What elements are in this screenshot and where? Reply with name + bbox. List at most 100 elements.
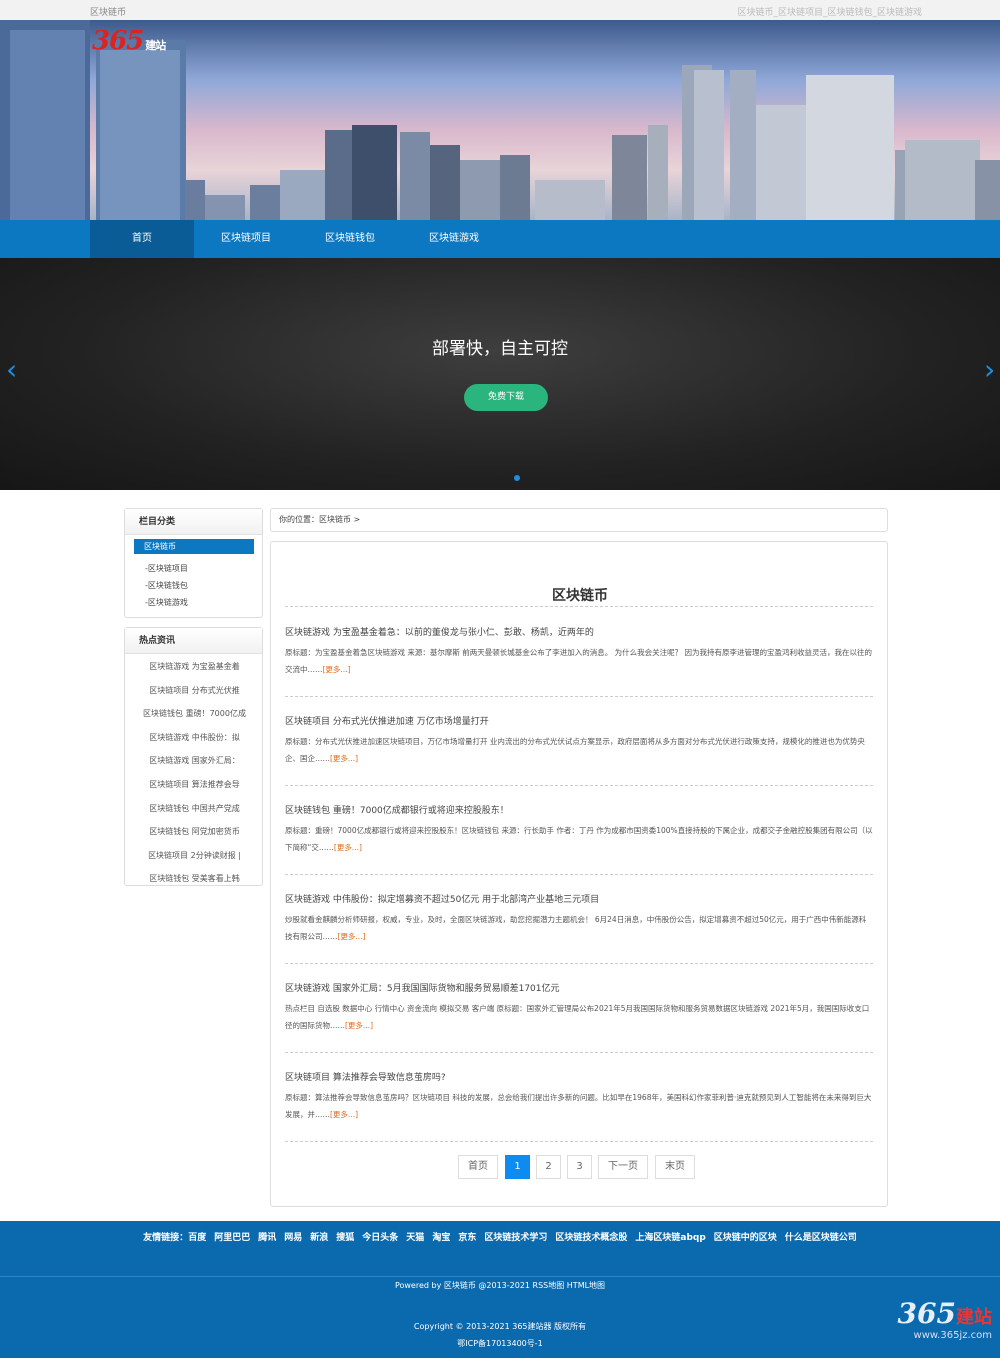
divider bbox=[285, 606, 873, 607]
hot-news-item[interactable]: 区块链钱包 中国共产党成 bbox=[125, 803, 264, 814]
friend-link[interactable]: 上海区块链abqp bbox=[635, 1233, 705, 1243]
article-title[interactable]: 区块链钱包 重磅！7000亿成都银行或将迎来控股股东！ bbox=[285, 803, 873, 816]
watermark-logo: 365建站 www.365jz.com bbox=[898, 1297, 992, 1341]
copyright: Copyright © 2013-2021 365建站器 版权所有 鄂ICP备1… bbox=[0, 1318, 1000, 1352]
article-desc: 原标题：算法推荐会导致信息茧房吗？区块链项目 科技的发展，总会给我们提出许多新的… bbox=[285, 1089, 873, 1123]
icp-number[interactable]: 鄂ICP备17013400号-1 bbox=[0, 1335, 1000, 1352]
hot-news-item[interactable]: 区块链游戏 为宝盈基金着 bbox=[125, 661, 264, 672]
friend-link[interactable]: 腾讯 bbox=[258, 1233, 276, 1243]
friend-link[interactable]: 今日头条 bbox=[362, 1233, 398, 1243]
hot-news-box: 热点资讯 区块链游戏 为宝盈基金着 区块链项目 分布式光伏推 区块链钱包 重磅！… bbox=[124, 627, 263, 886]
hot-news-item[interactable]: 区块链钱包 受美客看上韩 bbox=[125, 873, 264, 884]
divider bbox=[285, 963, 873, 964]
page-next-button[interactable]: 下一页 bbox=[598, 1155, 648, 1179]
site-keywords: 区块链币_区块链项目_区块链钱包_区块链游戏 bbox=[737, 8, 922, 18]
article-title[interactable]: 区块链游戏 为宝盈基金着急：以前的董俊龙与张小仁、彭敢、杨凯，近两年的 bbox=[285, 625, 873, 638]
friend-link[interactable]: 阿里巴巴 bbox=[214, 1233, 250, 1243]
watermark-text: 建站 bbox=[956, 1307, 992, 1328]
hero-slider: ‹ 部署快，自主可控 免费下载 › bbox=[0, 258, 1000, 490]
page-3-button[interactable]: 3 bbox=[567, 1155, 592, 1179]
article-list-box: 区块链币 区块链游戏 为宝盈基金着急：以前的董俊龙与张小仁、彭敢、杨凯，近两年的… bbox=[270, 541, 888, 1207]
article-desc: 热点栏目 自选股 数据中心 行情中心 资金流向 模拟交易 客户端 原标题：国家外… bbox=[285, 1000, 873, 1034]
friend-link[interactable]: 搜狐 bbox=[336, 1233, 354, 1243]
category-box: 栏目分类 区块链币 -区块链项目 -区块链钱包 -区块链游戏 bbox=[124, 508, 263, 618]
page-title: 区块链币 bbox=[552, 588, 608, 604]
page-2-button[interactable]: 2 bbox=[536, 1155, 561, 1179]
watermark-number: 365 bbox=[897, 1297, 956, 1330]
category-item[interactable]: -区块链游戏 bbox=[145, 597, 188, 608]
more-link[interactable]: [更多...] bbox=[338, 932, 366, 941]
download-button[interactable]: 免费下载 bbox=[464, 384, 548, 411]
hot-news-item[interactable]: 区块链项目 算法推荐会导 bbox=[125, 779, 264, 790]
divider bbox=[285, 1052, 873, 1053]
friend-link[interactable]: 天猫 bbox=[406, 1233, 424, 1243]
article-title[interactable]: 区块链游戏 国家外汇局：5月我国国际货物和服务贸易顺差1701亿元 bbox=[285, 981, 873, 994]
site-logo[interactable]: 365 建站 bbox=[92, 26, 166, 56]
article-title[interactable]: 区块链项目 分布式光伏推进加速 万亿市场增量打开 bbox=[285, 714, 873, 727]
friend-links: 友情链接：百度 阿里巴巴 腾讯 网易 新浪 搜狐 今日头条 天猫 淘宝 京东 区块链技术学习 区块链技… bbox=[0, 1230, 1000, 1243]
hot-news-item[interactable]: 区块链游戏 中伟股份：拟 bbox=[125, 732, 264, 743]
article-item: 区块链游戏 中伟股份：拟定增募资不超过50亿元 用于北部湾产业基地三元项目 炒股… bbox=[285, 892, 873, 945]
page-1-button[interactable]: 1 bbox=[505, 1155, 530, 1179]
logo-text: 建站 bbox=[145, 39, 166, 52]
hot-news-item[interactable]: 区块链游戏 国家外汇局： bbox=[125, 755, 264, 766]
hot-news-item[interactable]: 区块链项目 分布式光伏推 bbox=[125, 685, 264, 696]
powered-by: Powered by 区块链币 @2013-2021 RSS地图 HTML地图 bbox=[394, 1281, 606, 1290]
watermark-brand: 365建站 bbox=[898, 1297, 992, 1330]
logo-number: 365 bbox=[92, 26, 144, 56]
copyright-text: Copyright © 2013-2021 365建站器 版权所有 bbox=[413, 1322, 587, 1331]
page-first-button[interactable]: 首页 bbox=[458, 1155, 498, 1179]
slider-next-icon[interactable]: › bbox=[984, 356, 995, 384]
friend-link[interactable]: 淘宝 bbox=[432, 1233, 450, 1243]
footer: 友情链接：百度 阿里巴巴 腾讯 网易 新浪 搜狐 今日头条 天猫 淘宝 京东 区块链技术学习 区块链技… bbox=[0, 1221, 1000, 1358]
nav-item-wallet[interactable]: 区块链钱包 bbox=[298, 220, 402, 258]
nav-item-home[interactable]: 首页 bbox=[90, 220, 194, 258]
article-title[interactable]: 区块链项目 算法推荐会导致信息茧房吗? bbox=[285, 1070, 873, 1083]
friend-link[interactable]: 区块链中的区块 bbox=[714, 1233, 777, 1243]
hot-news-title: 热点资讯 bbox=[125, 628, 262, 654]
divider bbox=[285, 696, 873, 697]
slider-heading: 部署快，自主可控 bbox=[432, 339, 568, 359]
footer-divider bbox=[0, 1276, 1000, 1277]
article-desc: 炒股就看金麒麟分析师研报，权威，专业，及时，全面区块链游戏，助您挖掘潜力主题机会… bbox=[285, 911, 873, 945]
article-desc-text: 原标题：算法推荐会导致信息茧房吗？区块链项目 科技的发展，总会给我们提出许多新的… bbox=[285, 1093, 872, 1119]
divider bbox=[285, 785, 873, 786]
more-link[interactable]: [更多...] bbox=[345, 1021, 373, 1030]
category-item-active[interactable]: 区块链币 bbox=[134, 539, 254, 554]
top-bar: 区块链币 区块链币_区块链项目_区块链钱包_区块链游戏 bbox=[0, 0, 1000, 20]
article-item: 区块链项目 分布式光伏推进加速 万亿市场增量打开 原标题：分布式光伏推进加速区块… bbox=[285, 714, 873, 767]
slider-prev-icon[interactable]: ‹ bbox=[6, 356, 17, 384]
article-desc-text: 炒股就看金麒麟分析师研报，权威，专业，及时，全面区块链游戏，助您挖掘潜力主题机会… bbox=[285, 915, 867, 941]
category-item[interactable]: -区块链钱包 bbox=[145, 580, 188, 591]
friend-link[interactable]: 区块链技术概念股 bbox=[555, 1233, 627, 1243]
hot-news-item[interactable]: 区块链钱包 重磅！7000亿成 bbox=[125, 708, 264, 719]
header-banner: 365 建站 bbox=[0, 20, 1000, 220]
page-last-button[interactable]: 末页 bbox=[655, 1155, 695, 1179]
friend-link[interactable]: 百度 bbox=[188, 1233, 206, 1243]
main-nav: 首页 区块链项目 区块链钱包 区块链游戏 bbox=[0, 220, 1000, 258]
article-item: 区块链游戏 国家外汇局：5月我国国际货物和服务贸易顺差1701亿元 热点栏目 自… bbox=[285, 981, 873, 1034]
breadcrumb: 你的位置：区块链币 > bbox=[270, 508, 888, 532]
friend-link[interactable]: 区块链技术学习 bbox=[484, 1233, 547, 1243]
friend-link[interactable]: 什么是区块链公司 bbox=[785, 1233, 857, 1243]
more-link[interactable]: [更多...] bbox=[330, 1110, 358, 1119]
friend-link[interactable]: 网易 bbox=[284, 1233, 302, 1243]
nav-item-games[interactable]: 区块链游戏 bbox=[402, 220, 506, 258]
nav-item-projects[interactable]: 区块链项目 bbox=[194, 220, 298, 258]
article-item: 区块链项目 算法推荐会导致信息茧房吗? 原标题：算法推荐会导致信息茧房吗？区块链… bbox=[285, 1070, 873, 1123]
friend-link[interactable]: 新浪 bbox=[310, 1233, 328, 1243]
more-link[interactable]: [更多...] bbox=[330, 754, 358, 763]
category-item[interactable]: -区块链项目 bbox=[145, 563, 188, 574]
hot-news-item[interactable]: 区块链项目 2分钟读财报 | bbox=[125, 850, 264, 861]
divider bbox=[285, 1141, 873, 1142]
article-desc: 原标题：为宝盈基金着急区块链游戏 来源：基尔摩斯 前两天曼顿长城基金公布了李进加… bbox=[285, 644, 873, 678]
hot-news-item[interactable]: 区块链钱包 阿党加密货币 bbox=[125, 826, 264, 837]
article-item: 区块链钱包 重磅！7000亿成都银行或将迎来控股股东！ 原标题：重磅！7000亿… bbox=[285, 803, 873, 856]
article-title[interactable]: 区块链游戏 中伟股份：拟定增募资不超过50亿元 用于北部湾产业基地三元项目 bbox=[285, 892, 873, 905]
friend-link[interactable]: 京东 bbox=[458, 1233, 476, 1243]
slider-dot[interactable] bbox=[514, 475, 520, 481]
article-desc-text: 原标题：重磅！7000亿成都银行或将迎来控股股东！区块链钱包 来源：行长助手 作… bbox=[285, 826, 873, 852]
article-item: 区块链游戏 为宝盈基金着急：以前的董俊龙与张小仁、彭敢、杨凯，近两年的 原标题：… bbox=[285, 625, 873, 678]
more-link[interactable]: [更多...] bbox=[323, 665, 351, 674]
more-link[interactable]: [更多...] bbox=[334, 843, 362, 852]
